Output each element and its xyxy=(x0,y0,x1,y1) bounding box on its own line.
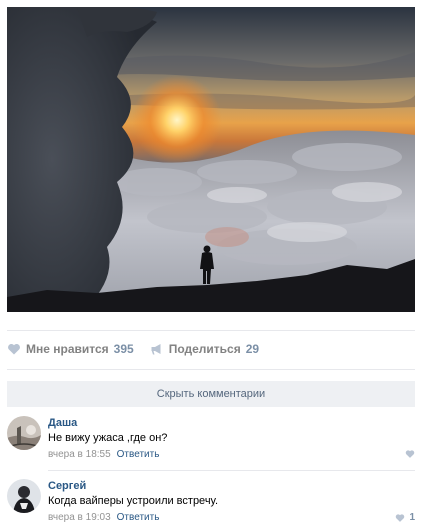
like-count: 395 xyxy=(113,342,134,356)
reply-button[interactable]: Ответить xyxy=(117,512,160,523)
divider xyxy=(7,330,415,331)
sunset-above-clouds-image xyxy=(7,7,415,312)
comment: Даша Не вижу ужаса ,где он? вчера в 18:5… xyxy=(7,416,415,464)
reply-button[interactable]: Ответить xyxy=(117,449,160,460)
comment-text: Когда вайперы устроили встречу. xyxy=(48,495,219,507)
comment-meta: вчера в 18:55 Ответить xyxy=(48,449,159,460)
divider xyxy=(48,470,415,471)
like-button[interactable]: Мне нравится 395 xyxy=(7,342,134,356)
share-button[interactable]: Поделиться 29 xyxy=(150,342,259,356)
divider xyxy=(7,369,415,370)
heart-icon xyxy=(7,342,21,356)
comment-author[interactable]: Даша xyxy=(48,417,77,429)
heart-icon xyxy=(395,513,405,523)
hide-comments-button[interactable]: Скрыть комментарии xyxy=(7,381,415,407)
avatar[interactable] xyxy=(7,479,41,513)
comment-meta: вчера в 19:03 Ответить xyxy=(48,512,159,523)
share-label: Поделиться xyxy=(168,342,241,356)
post-photo[interactable] xyxy=(7,7,415,312)
like-label: Мне нравится xyxy=(26,342,109,356)
megaphone-icon xyxy=(150,342,164,356)
comment-like-count: 1 xyxy=(409,512,415,523)
avatar[interactable] xyxy=(7,416,41,450)
comment-like-button[interactable]: 1 xyxy=(395,512,415,523)
comment-text: Не вижу ужаса ,где он? xyxy=(48,432,168,444)
comment-time[interactable]: вчера в 18:55 xyxy=(48,449,111,460)
share-count: 29 xyxy=(245,342,260,356)
heart-icon xyxy=(405,449,415,459)
comment-time[interactable]: вчера в 19:03 xyxy=(48,512,111,523)
comment: Сергей Когда вайперы устроили встречу. в… xyxy=(7,479,415,527)
comment-like-button[interactable] xyxy=(405,449,415,459)
post-actions: Мне нравится 395 Поделиться 29 xyxy=(7,340,275,358)
comment-author[interactable]: Сергей xyxy=(48,480,86,492)
